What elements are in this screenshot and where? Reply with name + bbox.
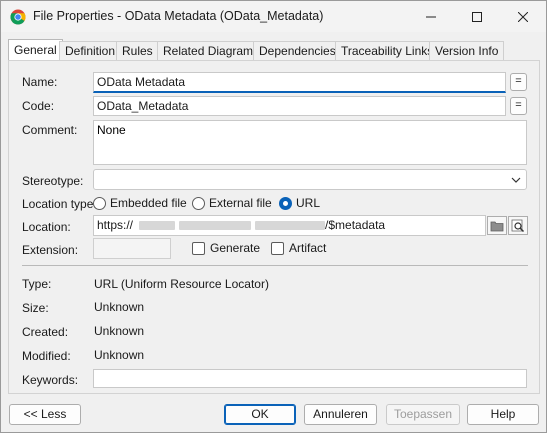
radio-url[interactable]: URL: [279, 196, 320, 210]
cancel-button[interactable]: Annuleren: [304, 404, 377, 425]
minimize-icon: [426, 16, 436, 17]
size-value: Unknown: [94, 300, 145, 314]
location-label: Location:: [22, 220, 71, 234]
maximize-icon: [472, 11, 482, 22]
separator: [22, 265, 528, 266]
open-location-button[interactable]: [508, 216, 528, 235]
less-button[interactable]: << Less: [9, 404, 81, 425]
code-input[interactable]: OData_Metadata: [93, 96, 506, 116]
window-title: File Properties - OData Metadata (OData_…: [33, 9, 324, 23]
help-button[interactable]: Help: [467, 404, 539, 425]
created-label: Created:: [22, 325, 69, 339]
search-icon: [511, 219, 525, 232]
name-label: Name:: [22, 75, 58, 89]
artifact-checkbox[interactable]: Artifact: [271, 241, 326, 255]
redacted-text: [255, 221, 326, 231]
chrome-icon: [10, 9, 26, 25]
checkbox-box: [271, 241, 284, 255]
radio-circle-selected: [279, 196, 292, 210]
location-type-label: Location type:: [22, 197, 97, 211]
keywords-label: Keywords:: [22, 373, 79, 387]
modified-value: Unknown: [94, 348, 145, 362]
keywords-input[interactable]: [93, 369, 527, 388]
extension-input[interactable]: [93, 238, 171, 259]
browse-folder-button[interactable]: [487, 216, 507, 235]
tab-version-info[interactable]: Version Info: [429, 41, 505, 61]
tab-traceability-links[interactable]: Traceability Links: [335, 41, 440, 61]
redacted-text: [179, 221, 252, 231]
general-panel: Name: OData Metadata = Code: OData_Metad…: [8, 60, 540, 394]
close-button[interactable]: [500, 1, 546, 32]
stereotype-label: Stereotype:: [22, 174, 84, 188]
tab-general[interactable]: General: [8, 39, 63, 62]
tab-dependencies[interactable]: Dependencies: [253, 41, 342, 61]
redacted-text: [139, 221, 176, 231]
apply-button[interactable]: Toepassen: [386, 404, 460, 425]
maximize-button[interactable]: [454, 1, 500, 32]
radio-embedded-file[interactable]: Embedded file: [93, 196, 187, 210]
code-label: Code:: [22, 99, 55, 113]
radio-circle: [93, 196, 106, 210]
ok-button[interactable]: OK: [224, 404, 296, 425]
minimize-button[interactable]: [408, 1, 454, 32]
size-label: Size:: [22, 301, 49, 315]
location-input[interactable]: https:///$metadata: [93, 215, 486, 236]
radio-circle: [192, 196, 205, 210]
code-sync-button[interactable]: =: [510, 97, 527, 115]
type-label: Type:: [22, 277, 52, 291]
close-icon: [518, 11, 528, 22]
checkbox-box: [192, 241, 205, 255]
radio-external-file[interactable]: External file: [192, 196, 272, 210]
title-bar: File Properties - OData Metadata (OData_…: [1, 1, 546, 32]
tab-definition[interactable]: Definition: [59, 41, 122, 61]
comment-label: Comment:: [22, 123, 78, 137]
folder-icon: [490, 221, 504, 231]
generate-checkbox[interactable]: Generate: [192, 241, 260, 255]
modified-label: Modified:: [22, 349, 71, 363]
name-sync-button[interactable]: =: [510, 73, 527, 91]
type-value: URL (Uniform Resource Locator): [94, 277, 269, 291]
comment-textarea[interactable]: None: [93, 120, 527, 165]
stereotype-select[interactable]: [93, 169, 527, 190]
file-properties-window: File Properties - OData Metadata (OData_…: [0, 0, 547, 433]
name-input[interactable]: OData Metadata: [93, 72, 506, 93]
chevron-down-icon: [511, 177, 521, 183]
tab-related-diagrams[interactable]: Related Diagrams: [157, 41, 266, 61]
created-value: Unknown: [94, 324, 145, 338]
extension-label: Extension:: [22, 243, 79, 257]
tab-rules[interactable]: Rules: [116, 41, 159, 61]
